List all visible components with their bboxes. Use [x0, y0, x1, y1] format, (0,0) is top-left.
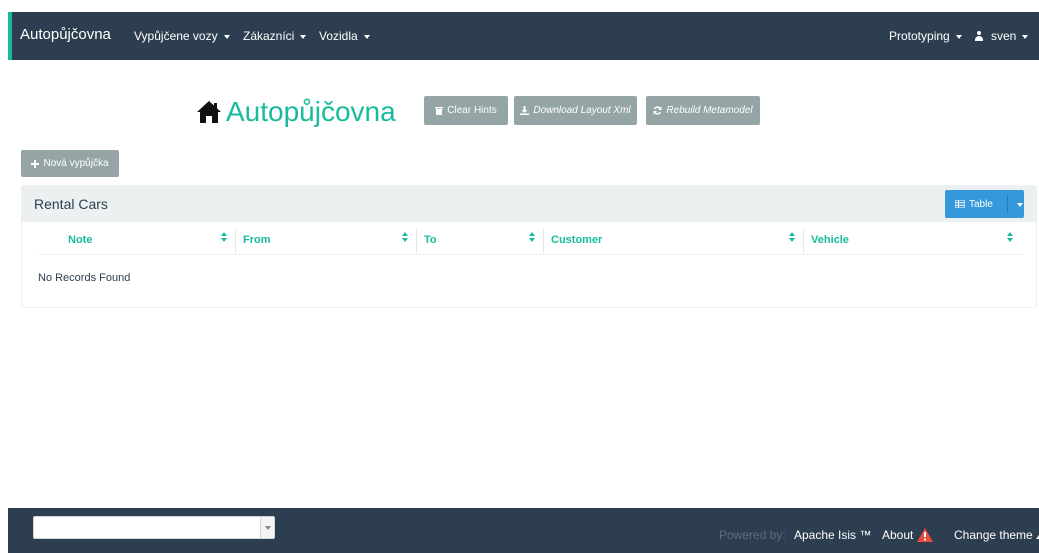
theme-select[interactable] [33, 516, 275, 539]
sort-icon[interactable] [529, 232, 535, 242]
page-title: Autopůjčovna [196, 96, 396, 128]
column-header-to[interactable]: To [424, 234, 437, 246]
navbar-accent [8, 12, 12, 60]
column-divider [543, 229, 544, 253]
menu-user[interactable]: sven [974, 29, 1029, 43]
caret-down-icon [955, 34, 962, 39]
apache-isis-link[interactable]: Apache Isis ™ [794, 528, 871, 542]
menu-vozidla[interactable]: Vozidla [319, 29, 370, 43]
rental-cars-panel: Rental Cars Table Note From To Customer … [21, 185, 1037, 308]
rebuild-metamodel-button[interactable]: Rebuild Metamodel [646, 96, 760, 125]
panel-title: Rental Cars [34, 196, 108, 212]
menu-label: Zákazníci [243, 29, 295, 43]
caret-down-icon [363, 34, 370, 39]
menu-label: Vypůjčene vozy [134, 29, 218, 43]
rebuild-metamodel-label: Rebuild Metamodel [666, 105, 753, 116]
column-divider [235, 229, 236, 253]
warning-icon [917, 528, 934, 542]
sort-icon[interactable] [789, 232, 795, 242]
user-icon [974, 31, 984, 41]
chevron-down-icon [265, 526, 271, 530]
column-header-from[interactable]: From [243, 234, 271, 246]
table-view-button[interactable]: Table [945, 190, 1024, 218]
top-navbar: Autopůjčovna Vypůjčene vozy Zákazníci Vo… [8, 12, 1039, 60]
powered-by-label: Powered by: [719, 528, 786, 542]
column-header-customer[interactable]: Customer [551, 234, 602, 246]
clear-hints-button[interactable]: Clear Hints [424, 96, 508, 125]
change-theme-menu[interactable]: Change theme [954, 528, 1039, 542]
plus-icon [31, 159, 40, 168]
change-theme-label: Change theme [954, 528, 1033, 542]
about-link[interactable]: About [882, 528, 934, 542]
menu-label: Prototyping [889, 29, 950, 43]
page-title-text: Autopůjčovna [226, 96, 396, 127]
panel-header: Rental Cars Table [22, 186, 1036, 222]
caret-down-icon[interactable] [1017, 202, 1023, 207]
user-name: sven [991, 29, 1017, 43]
sort-icon[interactable] [221, 232, 227, 242]
download-layout-button[interactable]: Download Layout Xml [514, 96, 637, 125]
download-layout-label: Download Layout Xml [533, 105, 631, 116]
column-header-note[interactable]: Note [68, 234, 92, 246]
column-divider [803, 229, 804, 253]
footer-bar: Powered by: Apache Isis ™ About Change t… [8, 508, 1039, 553]
empty-message: No Records Found [38, 272, 131, 284]
home-icon [197, 101, 221, 123]
clear-hints-label: Clear Hints [447, 105, 497, 116]
trash-icon [435, 107, 444, 115]
sort-icon[interactable] [402, 232, 408, 242]
table-header-rule [38, 254, 1024, 255]
navbar-brand[interactable]: Autopůjčovna [20, 26, 111, 43]
refresh-icon [653, 106, 662, 115]
caret-down-icon [1022, 34, 1029, 39]
menu-label: Vozidla [319, 29, 358, 43]
split-divider [1007, 195, 1008, 213]
table-icon [955, 200, 965, 208]
top-strip [0, 0, 1039, 12]
caret-down-icon [300, 34, 307, 39]
caret-down-icon [223, 34, 230, 39]
select-arrow[interactable] [260, 517, 274, 538]
sort-icon[interactable] [1007, 232, 1013, 242]
column-header-vehicle[interactable]: Vehicle [811, 234, 849, 246]
new-rental-button[interactable]: Nová vypůjčka [21, 150, 119, 177]
new-rental-label: Nová vypůjčka [43, 158, 109, 169]
column-divider [416, 229, 417, 253]
about-label: About [882, 528, 914, 542]
menu-zakaznici[interactable]: Zákazníci [243, 29, 307, 43]
download-icon [520, 106, 530, 115]
menu-vypujcene-vozy[interactable]: Vypůjčene vozy [134, 29, 230, 43]
menu-prototyping[interactable]: Prototyping [889, 29, 962, 43]
table-view-label: Table [969, 198, 993, 210]
